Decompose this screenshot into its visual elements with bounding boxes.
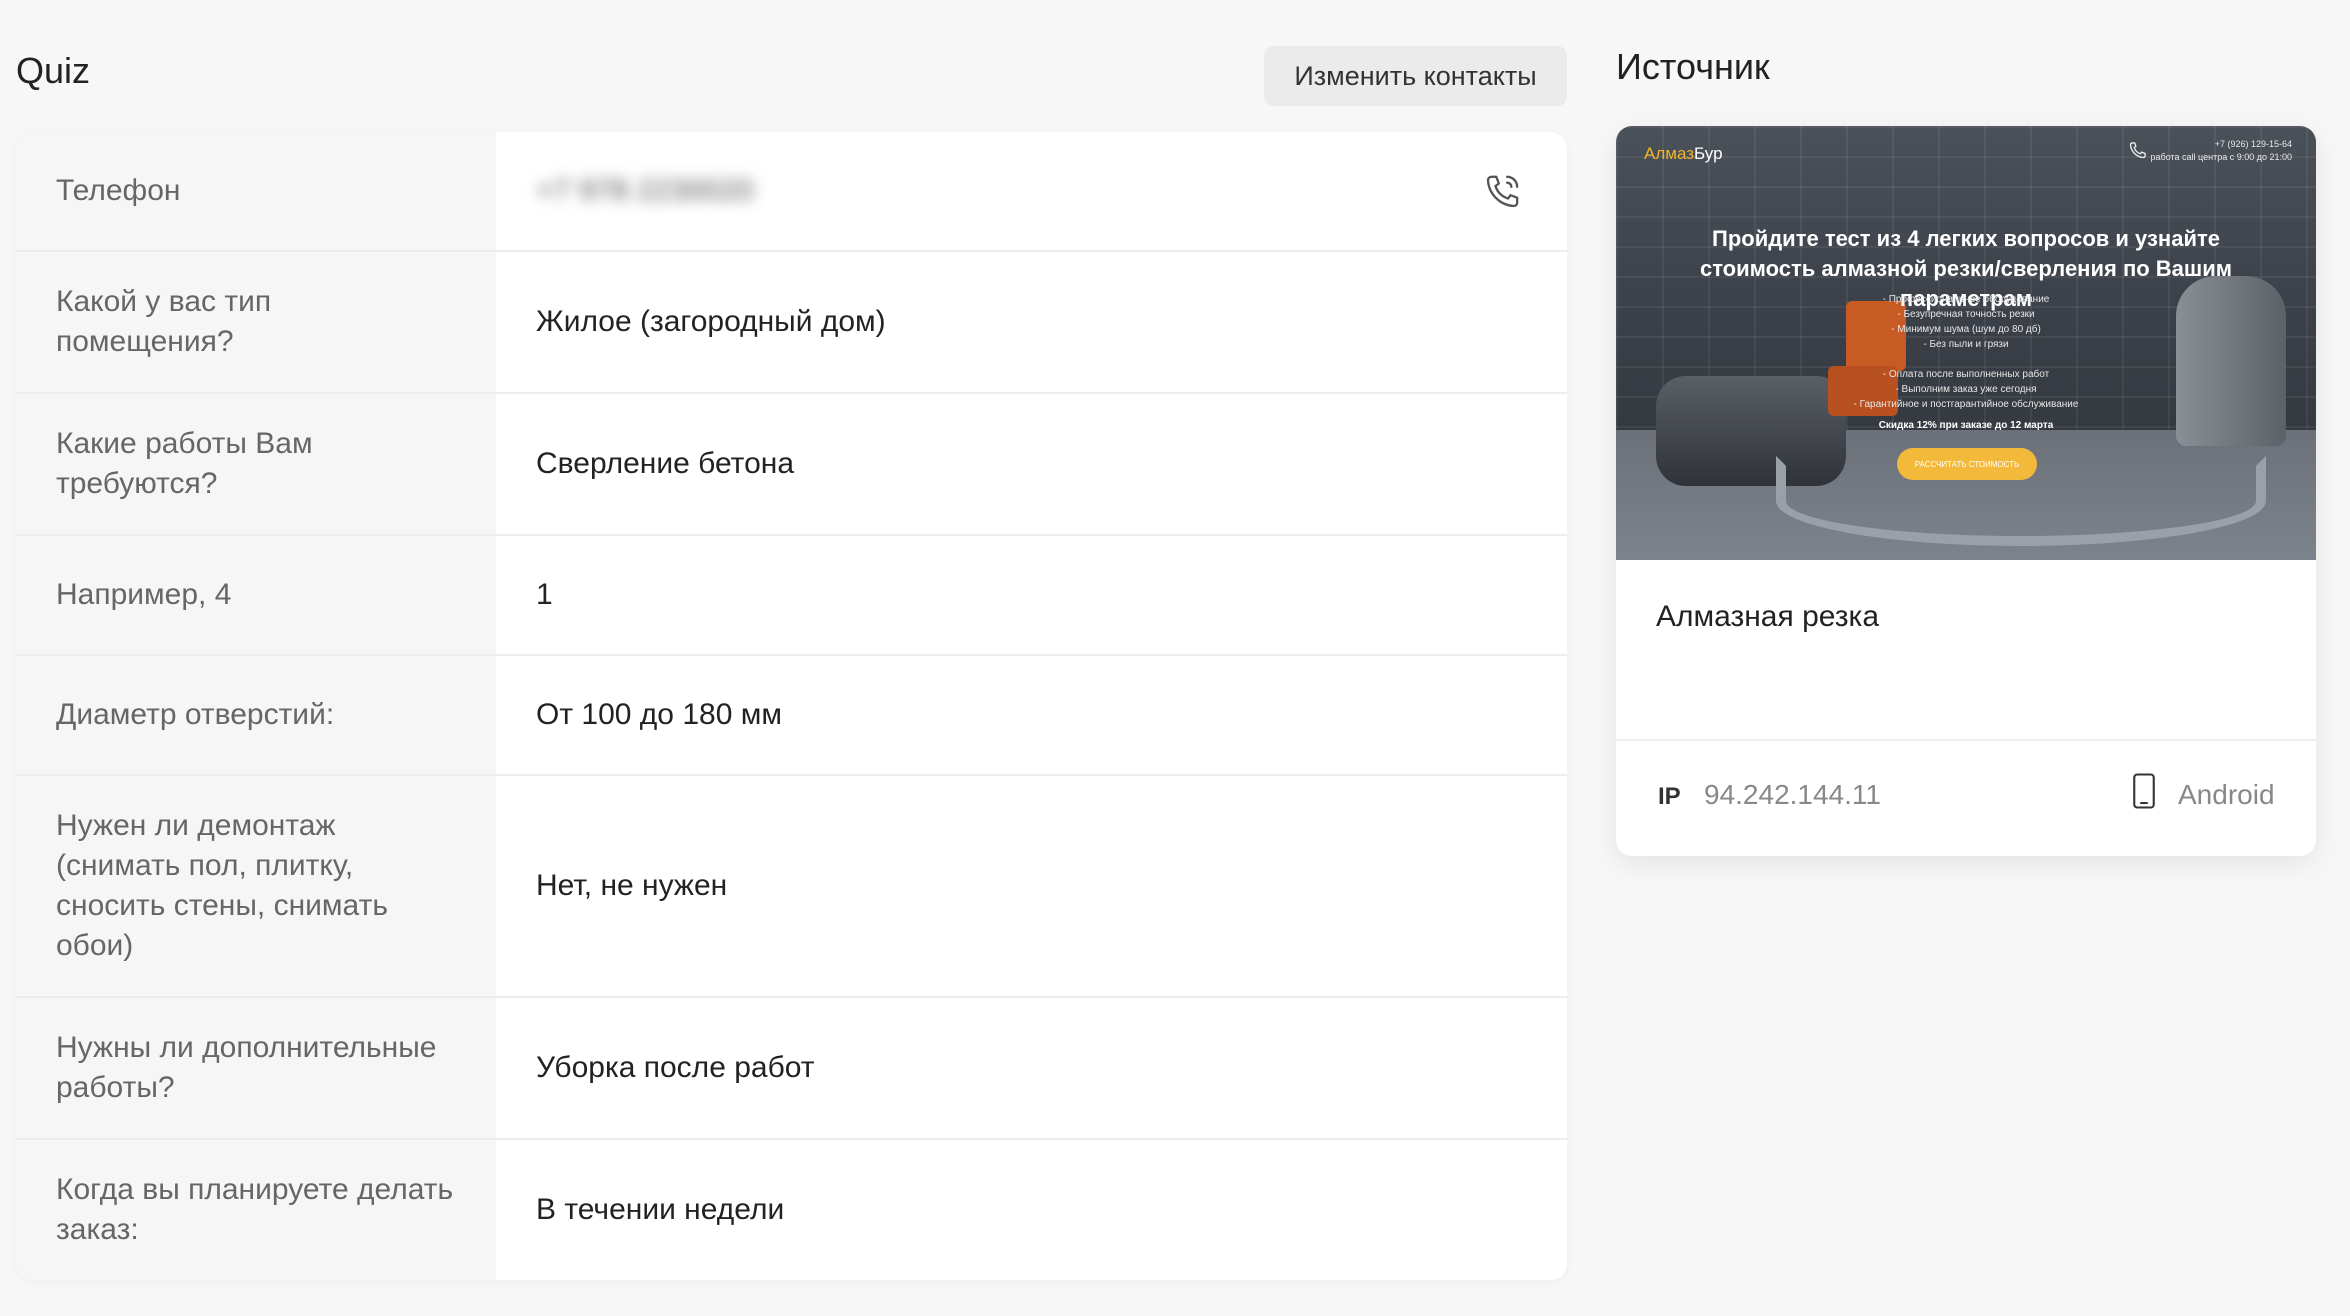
preview-contacts: +7 (926) 129-15-64 работа call центра с … <box>2151 138 2292 164</box>
table-row: Какой у вас тип помещения? Жилое (загоро… <box>16 252 1567 394</box>
answer-value: Уборка после работ <box>536 1051 815 1084</box>
table-row-phone: Телефон +7 978 2230020 <box>16 132 1567 252</box>
preview-phone-icon <box>2129 142 2146 159</box>
preview-hours: работа call центра с 9:00 до 21:00 <box>2150 152 2292 162</box>
table-row: Когда вы планируете делать заказ: В тече… <box>16 1140 1567 1280</box>
table-row: Нужны ли дополнительные работы? Уборка п… <box>16 998 1567 1140</box>
table-row: Например, 4 1 <box>16 536 1567 656</box>
question-label: Нужен ли демонтаж (снимать пол, плитку, … <box>16 776 496 996</box>
table-row: Диаметр отверстий: От 100 до 180 мм <box>16 656 1567 776</box>
source-card[interactable]: АлмазБур +7 (926) 129-15-64 работа call … <box>1616 126 2316 856</box>
phone-call-icon[interactable] <box>1483 171 1523 211</box>
question-label: Какой у вас тип помещения? <box>16 252 496 392</box>
question-label: Диаметр отверстий: <box>16 656 496 774</box>
phone-value-cell: +7 978 2230020 <box>496 132 1567 250</box>
answer-value: В течении недели <box>536 1193 785 1226</box>
question-label: Например, 4 <box>16 536 496 654</box>
preview-cta-button: РАССЧИТАТЬ СТОИМОСТЬ <box>1897 448 2037 480</box>
landing-page-preview[interactable]: АлмазБур +7 (926) 129-15-64 работа call … <box>1616 126 2316 560</box>
preview-phone-number: +7 (926) 129-15-64 <box>2214 139 2292 149</box>
divider <box>1616 739 2316 741</box>
quiz-answers-table: Телефон +7 978 2230020 Какой у вас тип п… <box>16 132 1567 1280</box>
smartphone-icon <box>2133 773 2155 809</box>
source-name: Алмазная резка <box>1656 600 1880 633</box>
answer-value: Жилое (загородный дом) <box>536 305 886 338</box>
answer-value: Нет, не нужен <box>536 869 728 902</box>
preview-bullets: - Профессиональное оборудование - Безупр… <box>1853 294 2079 410</box>
edit-contacts-button[interactable]: Изменить контакты <box>1264 46 1567 106</box>
question-label: Какие работы Вам требуются? <box>16 394 496 534</box>
preview-discount: Скидка 12% при заказе до 12 марта <box>1878 420 2054 431</box>
quiz-title: Quiz <box>16 50 91 91</box>
answer-value: Сверление бетона <box>536 447 795 480</box>
answer-value: От 100 до 180 мм <box>536 698 782 731</box>
phone-label: Телефон <box>16 132 496 250</box>
answer-value: 1 <box>536 578 553 611</box>
question-label: Когда вы планируете делать заказ: <box>16 1140 496 1280</box>
device-name: Android <box>2178 779 2275 810</box>
ip-address: 94.242.144.11 <box>1704 779 1881 810</box>
preview-logo: АлмазБур <box>1644 144 1723 163</box>
phone-value: +7 978 2230020 <box>536 174 754 207</box>
table-row: Нужен ли демонтаж (снимать пол, плитку, … <box>16 776 1567 998</box>
table-row: Какие работы Вам требуются? Сверление бе… <box>16 394 1567 536</box>
question-label: Нужны ли дополнительные работы? <box>16 998 496 1138</box>
source-title: Источник <box>1616 46 1770 87</box>
ip-label: IP <box>1658 783 1681 810</box>
